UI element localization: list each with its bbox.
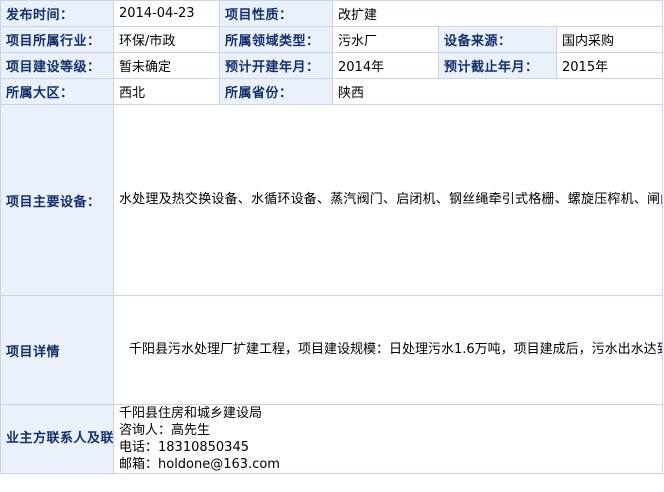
row-contact: 业主方联系人及联系方式： 千阳县住房和城乡建设局 咨询人：高先生 电话：1831… [0, 404, 663, 474]
contact-label: 业主方联系人及联系方式： [0, 404, 114, 474]
equipment-source-label: 设备来源： [438, 26, 557, 53]
industry-value: 环保/市政 [113, 26, 220, 53]
domain-type-label: 所属领域类型： [219, 26, 333, 53]
province-value: 陕西 [332, 78, 663, 105]
project-info-table: 发布时间： 2014-04-23 项目性质： 改扩建 项目所属行业： 环保/市政… [0, 0, 663, 474]
region-value: 西北 [113, 78, 220, 105]
equipment-source-value: 国内采购 [556, 26, 663, 53]
construction-level-label: 项目建设等级： [0, 52, 114, 79]
row-project-detail: 项目详情 千阳县污水处理厂扩建工程，项目建设规模：日处理污水1.6万吨，项目建成… [0, 295, 663, 405]
project-detail-value: 千阳县污水处理厂扩建工程，项目建设规模：日处理污水1.6万吨，项目建成后，污水出… [113, 295, 663, 405]
project-detail-text: 千阳县污水处理厂扩建工程，项目建设规模：日处理污水1.6万吨，项目建成后，污水出… [129, 341, 662, 357]
main-equipment-value: 水处理及热交换设备、水循环设备、蒸汽阀门、启闭机、钢丝绳牵引式格栅、螺旋压榨机、… [113, 104, 663, 296]
project-nature-label: 项目性质： [219, 0, 333, 27]
main-equipment-label: 项目主要设备： [0, 104, 114, 296]
contact-phone: 电话：18310850345 [119, 440, 249, 455]
row-industry: 项目所属行业： 环保/市政 所属领域类型： 污水厂 设备来源： 国内采购 [0, 26, 663, 53]
planned-end-value: 2015年 [556, 52, 663, 79]
construction-level-value: 暂未确定 [113, 52, 220, 79]
row-main-equipment: 项目主要设备： 水处理及热交换设备、水循环设备、蒸汽阀门、启闭机、钢丝绳牵引式格… [0, 104, 663, 296]
contact-person: 咨询人：高先生 [119, 423, 211, 438]
planned-start-label: 预计开建年月： [219, 52, 333, 79]
project-nature-value: 改扩建 [332, 0, 663, 27]
publish-time-label: 发布时间： [0, 0, 114, 27]
row-region: 所属大区： 西北 所属省份： 陕西 [0, 78, 663, 105]
planned-end-label: 预计截止年月： [438, 52, 557, 79]
province-label: 所属省份： [219, 78, 333, 105]
planned-start-value: 2014年 [332, 52, 439, 79]
row-publish: 发布时间： 2014-04-23 项目性质： 改扩建 [0, 0, 663, 27]
industry-label: 项目所属行业： [0, 26, 114, 53]
contact-value: 千阳县住房和城乡建设局 咨询人：高先生 电话：18310850345 邮箱：ho… [113, 404, 663, 474]
contact-org: 千阳县住房和城乡建设局 [119, 406, 263, 421]
project-detail-label: 项目详情 [0, 295, 114, 405]
row-construction: 项目建设等级： 暂未确定 预计开建年月： 2014年 预计截止年月： 2015年 [0, 52, 663, 79]
contact-email: 邮箱：holdone@163.com [119, 457, 280, 472]
domain-type-value: 污水厂 [332, 26, 439, 53]
publish-time-value: 2014-04-23 [113, 0, 220, 27]
region-label: 所属大区： [0, 78, 114, 105]
